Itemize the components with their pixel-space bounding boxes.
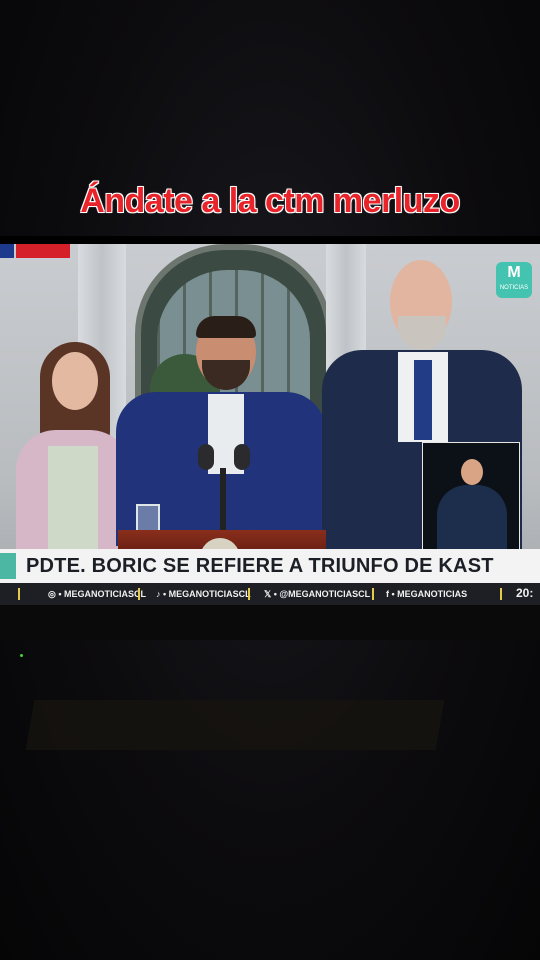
tv-stand-reflection (25, 700, 445, 750)
instagram-icon: ◎ • MEGANOTICIASCL (48, 589, 147, 599)
ticker-headline: PDTE. BORIC SE REFIERE A TRIUNFO DE KAST (26, 555, 494, 577)
ticker-tag (0, 553, 16, 579)
news-ticker: PDTE. BORIC SE REFIERE A TRIUNFO DE KAST (0, 549, 540, 583)
sign-language-interpreter (422, 442, 520, 560)
microphone-right (234, 444, 250, 470)
flag-strip (0, 244, 70, 258)
tv-power-led (20, 654, 23, 657)
channel-logo: M NOTICIAS (496, 262, 532, 298)
facebook-icon: f • MEGANOTICIAS (386, 589, 468, 599)
broadcast-clock: 20: (516, 586, 534, 600)
broadcast-screen: M NOTICIAS PDTE. BORIC SE REFIERE A TRIU… (0, 244, 540, 640)
tiktok-icon: ♪ • MEGANOTICIASCL (156, 589, 251, 599)
microphone-left (198, 444, 214, 470)
social-bar: ◎ • MEGANOTICIASCL ♪ • MEGANOTICIASCL 𝕏 … (0, 583, 540, 605)
tv-bezel (0, 605, 540, 640)
x-icon: 𝕏 • @MEGANOTICIASCL (264, 589, 371, 599)
tv-frame: M NOTICIAS PDTE. BORIC SE REFIERE A TRIU… (0, 236, 540, 640)
overlay-caption: Ándate a la ctm merluzo (79, 181, 461, 221)
mic-stand (220, 468, 226, 532)
